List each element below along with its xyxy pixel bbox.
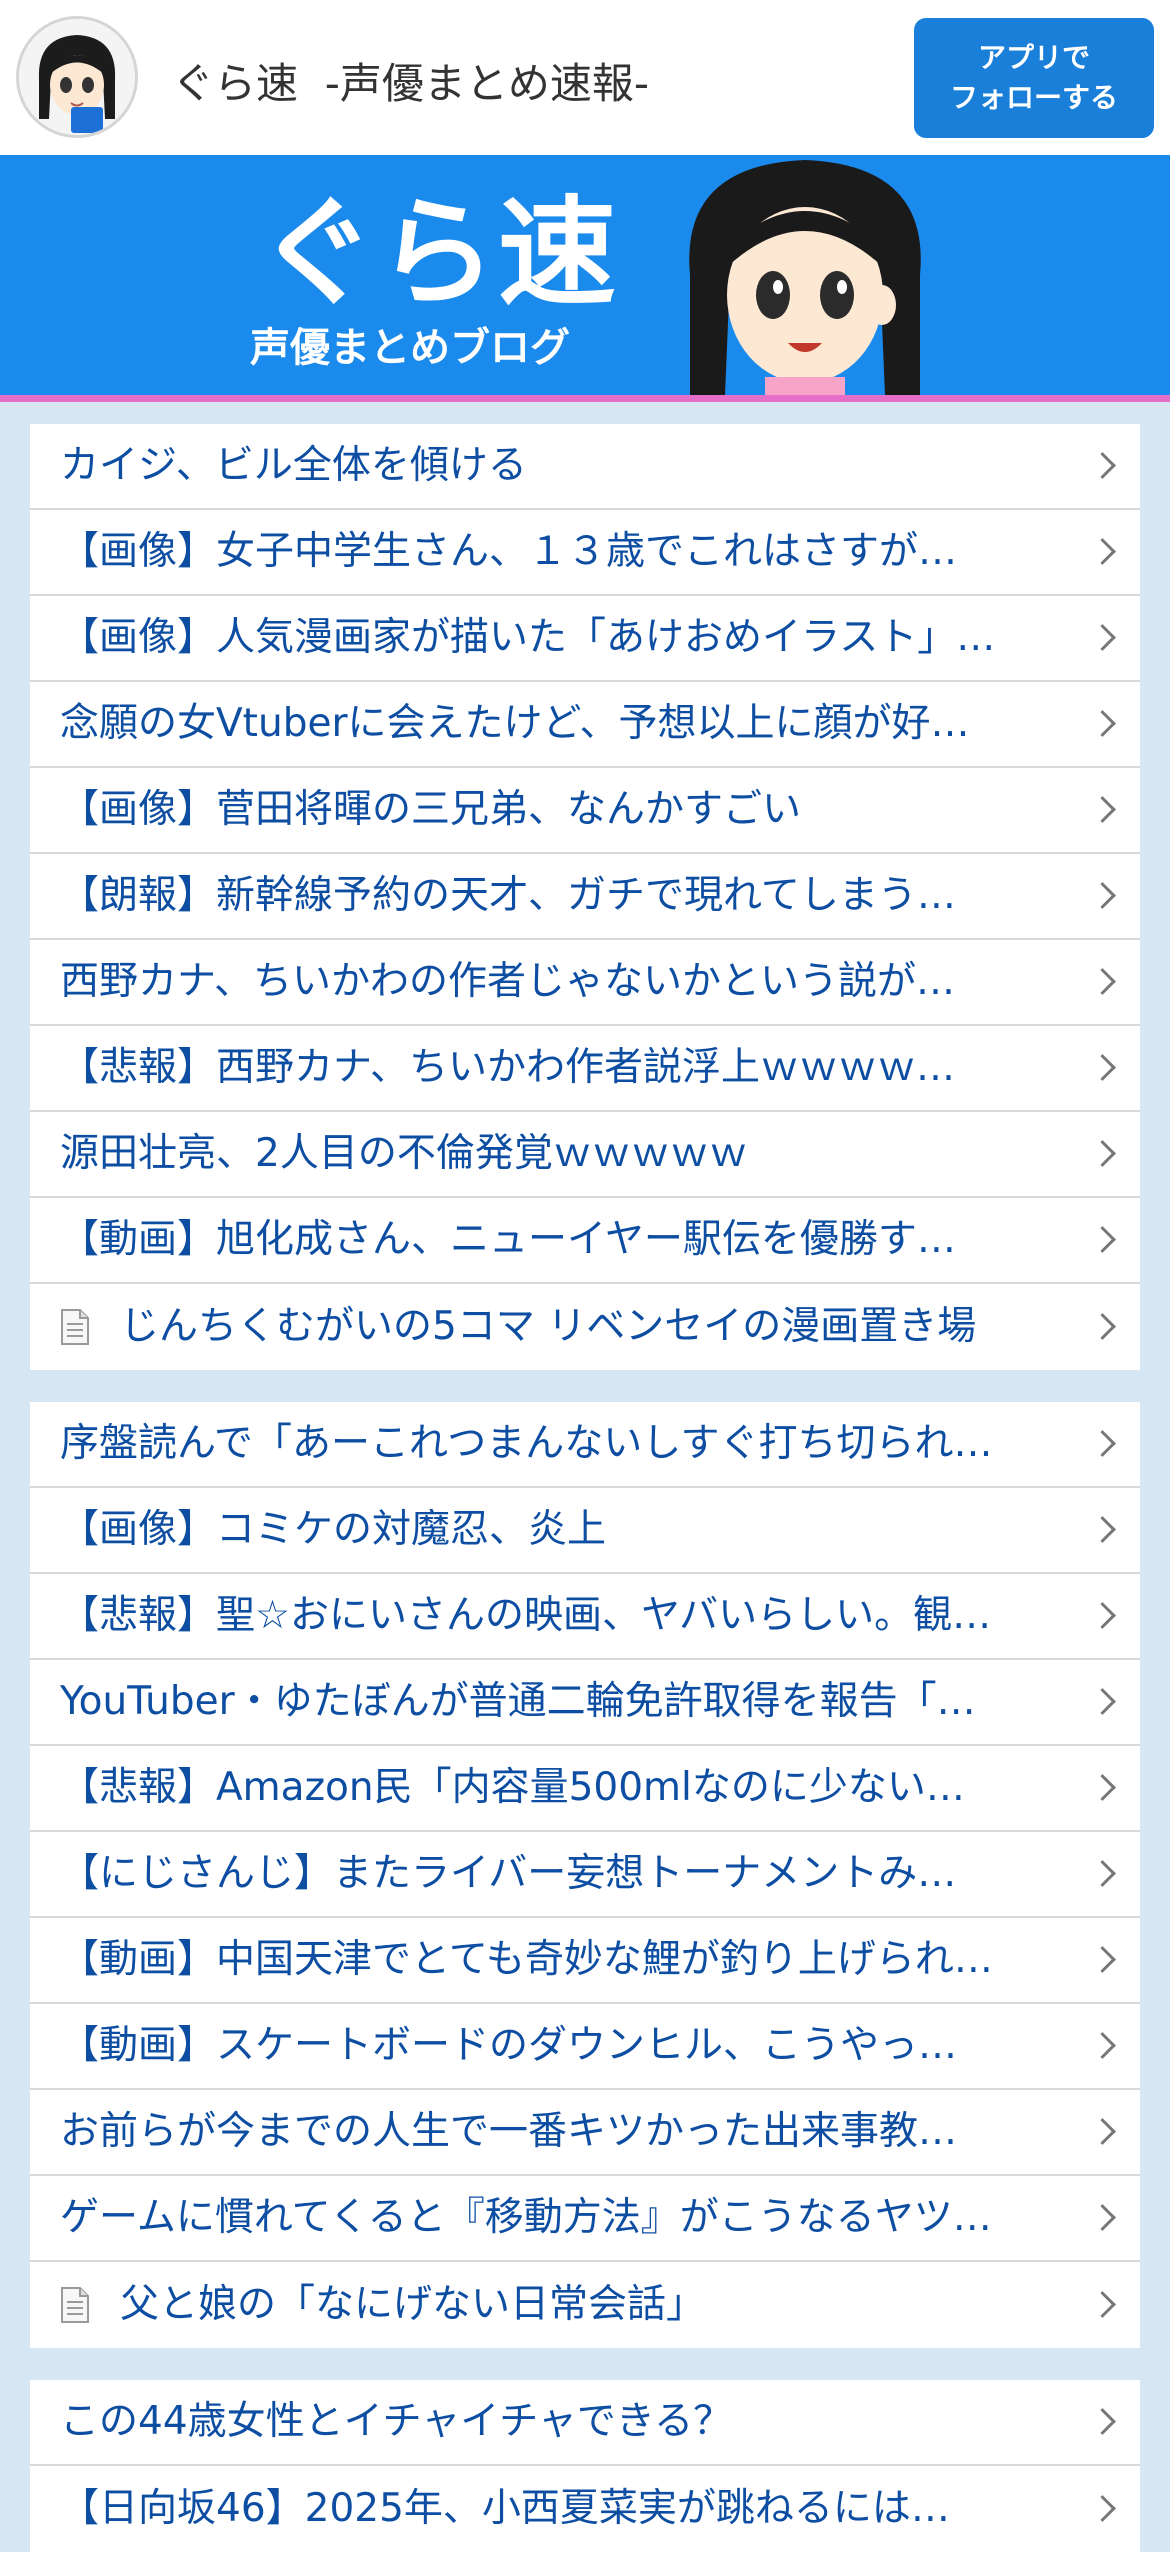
chevron-right-icon [1089, 1140, 1116, 1167]
article-link[interactable]: 【画像】コミケの対魔忍、炎上 [30, 1488, 1140, 1574]
article-list: カイジ、ビル全体を傾ける 【画像】女子中学生さん、１３歳でこれはさすが… 【画像… [0, 402, 1170, 2552]
article-link[interactable]: YouTuber・ゆたぼんが普通二輪免許取得を報告「… [30, 1660, 1140, 1746]
chevron-right-icon [1089, 1226, 1116, 1253]
article-title: 【画像】コミケの対魔忍、炎上 [60, 1507, 607, 1552]
chevron-right-icon [1089, 1516, 1116, 1543]
article-title: お前らが今までの人生で一番キツかった出来事教… [60, 2109, 958, 2154]
article-title: 【悲報】聖☆おにいさんの映画、ヤバいらしい。観… [60, 1593, 992, 1638]
chevron-right-icon [1089, 538, 1116, 565]
chevron-right-icon [1089, 1860, 1116, 1887]
article-title: 【画像】菅田将暉の三兄弟、なんかすごい [60, 787, 802, 832]
chevron-right-icon [1089, 2291, 1116, 2318]
article-link[interactable]: 【動画】スケートボードのダウンヒル、こうやっ… [30, 2004, 1140, 2090]
chevron-right-icon [1089, 968, 1116, 995]
chevron-right-icon [1089, 710, 1116, 737]
follow-in-app-button[interactable]: アプリで フォローする [914, 18, 1154, 138]
article-link[interactable]: 【画像】女子中学生さん、１３歳でこれはさすが… [30, 510, 1140, 596]
chevron-right-icon [1089, 1688, 1116, 1715]
external-article-link[interactable]: 父と娘の「なにげない日常会話」 [30, 2262, 1140, 2348]
follow-button-line2: フォローする [949, 81, 1118, 114]
follow-button-line1: アプリで [977, 41, 1090, 74]
article-card-2: 序盤読んで「あーこれつまんないしすぐ打ち切られ… 【画像】コミケの対魔忍、炎上 … [30, 1402, 1140, 2348]
article-link[interactable]: 【悲報】西野カナ、ちいかわ作者説浮上ｗｗｗｗ… [30, 1026, 1140, 1112]
article-title: 【動画】スケートボードのダウンヒル、こうやっ… [60, 2023, 958, 2068]
article-title: 【悲報】Amazon民「内容量500mlなのに少ない… [60, 1765, 965, 1810]
article-title: 念願の女Vtuberに会えたけど、予想以上に顔が好… [60, 701, 970, 746]
chevron-right-icon [1089, 882, 1116, 909]
article-link[interactable]: 序盤読んで「あーこれつまんないしすぐ打ち切られ… [30, 1402, 1140, 1488]
chevron-right-icon [1089, 1602, 1116, 1629]
article-link[interactable]: 【にじさんじ】またライバー妄想トーナメントみ… [30, 1832, 1140, 1918]
app-header: ぐら速 -声優まとめ速報- アプリで フォローする [0, 0, 1170, 155]
article-link[interactable]: 【悲報】聖☆おにいさんの映画、ヤバいらしい。観… [30, 1574, 1140, 1660]
article-title: 序盤読んで「あーこれつまんないしすぐ打ち切られ… [60, 1421, 993, 1466]
external-article-link[interactable]: じんちくむがいの5コマ リベンセイの漫画置き場 [30, 1284, 1140, 1370]
chevron-right-icon [1089, 452, 1116, 479]
article-card-1: カイジ、ビル全体を傾ける 【画像】女子中学生さん、１３歳でこれはさすが… 【画像… [30, 424, 1140, 1370]
article-title: ゲームに慣れてくると『移動方法』がこうなるヤツ… [60, 2195, 992, 2240]
article-link[interactable]: 【朗報】新幹線予約の天才、ガチで現れてしまう… [30, 854, 1140, 940]
chevron-right-icon [1089, 2118, 1116, 2145]
chevron-right-icon [1089, 1054, 1116, 1081]
article-link[interactable]: 念願の女Vtuberに会えたけど、予想以上に顔が好… [30, 682, 1140, 768]
chevron-right-icon [1089, 1313, 1116, 1340]
article-title: 【日向坂46】2025年、小西夏菜実が跳ねるには… [60, 2486, 950, 2531]
article-link[interactable]: お前らが今までの人生で一番キツかった出来事教… [30, 2090, 1140, 2176]
document-icon [61, 1309, 89, 1345]
site-name[interactable]: ぐら速 -声優まとめ速報- [172, 50, 649, 111]
article-title: 【画像】人気漫画家が描いた「あけおめイラスト」… [60, 615, 996, 660]
article-link[interactable]: カイジ、ビル全体を傾ける [30, 424, 1140, 510]
mascot-illustration-icon [689, 160, 921, 395]
chevron-right-icon [1089, 2204, 1116, 2231]
article-link[interactable]: この44歳女性とイチャイチャできる？ [30, 2380, 1140, 2466]
article-title: 【にじさんじ】またライバー妄想トーナメントみ… [60, 1851, 957, 1896]
chevron-right-icon [1089, 796, 1116, 823]
chevron-right-icon [1089, 2408, 1116, 2435]
article-title: 【動画】中国天津でとても奇妙な鯉が釣り上げられ… [60, 1937, 993, 1982]
chevron-right-icon [1089, 1774, 1116, 1801]
article-link[interactable]: 【画像】人気漫画家が描いた「あけおめイラスト」… [30, 596, 1140, 682]
mascot-avatar-icon[interactable] [16, 16, 138, 138]
chevron-right-icon [1089, 1946, 1116, 1973]
site-banner[interactable]: ぐら速 声優まとめブログ [0, 155, 1170, 402]
banner-logo-subtitle: 声優まとめブログ [250, 325, 570, 371]
article-title: カイジ、ビル全体を傾ける [60, 443, 527, 488]
chevron-right-icon [1089, 2495, 1116, 2522]
article-link[interactable]: ゲームに慣れてくると『移動方法』がこうなるヤツ… [30, 2176, 1140, 2262]
article-title: YouTuber・ゆたぼんが普通二輪免許取得を報告「… [60, 1679, 976, 1724]
article-link[interactable]: 【画像】菅田将暉の三兄弟、なんかすごい [30, 768, 1140, 854]
article-link[interactable]: 【悲報】Amazon民「内容量500mlなのに少ない… [30, 1746, 1140, 1832]
article-title: じんちくむがいの5コマ リベンセイの漫画置き場 [120, 1304, 977, 1349]
article-title: 【悲報】西野カナ、ちいかわ作者説浮上ｗｗｗｗ… [60, 1045, 956, 1090]
chevron-right-icon [1089, 2032, 1116, 2059]
article-link[interactable]: 【動画】中国天津でとても奇妙な鯉が釣り上げられ… [30, 1918, 1140, 2004]
article-title: 西野カナ、ちいかわの作者じゃないかという説が… [60, 959, 956, 1004]
article-link[interactable]: 【日向坂46】2025年、小西夏菜実が跳ねるには… [30, 2466, 1140, 2552]
document-icon [61, 2287, 89, 2323]
article-title: 【動画】旭化成さん、ニューイヤー駅伝を優勝す… [60, 1217, 956, 1262]
article-title: 源田壮亮、2人目の不倫発覚ｗｗｗｗｗ [60, 1131, 748, 1176]
chevron-right-icon [1089, 1430, 1116, 1457]
article-card-3: この44歳女性とイチャイチャできる？ 【日向坂46】2025年、小西夏菜実が跳ね… [30, 2380, 1140, 2552]
article-link[interactable]: 【動画】旭化成さん、ニューイヤー駅伝を優勝す… [30, 1198, 1140, 1284]
article-title: この44歳女性とイチャイチャできる？ [60, 2399, 733, 2444]
article-title: 【画像】女子中学生さん、１３歳でこれはさすが… [60, 529, 958, 574]
article-title: 【朗報】新幹線予約の天才、ガチで現れてしまう… [60, 873, 956, 918]
article-title: 父と娘の「なにげない日常会話」 [120, 2282, 706, 2327]
chevron-right-icon [1089, 624, 1116, 651]
banner-logo-title: ぐら速 [258, 184, 619, 322]
article-link[interactable]: 源田壮亮、2人目の不倫発覚ｗｗｗｗｗ [30, 1112, 1140, 1198]
article-link[interactable]: 西野カナ、ちいかわの作者じゃないかという説が… [30, 940, 1140, 1026]
